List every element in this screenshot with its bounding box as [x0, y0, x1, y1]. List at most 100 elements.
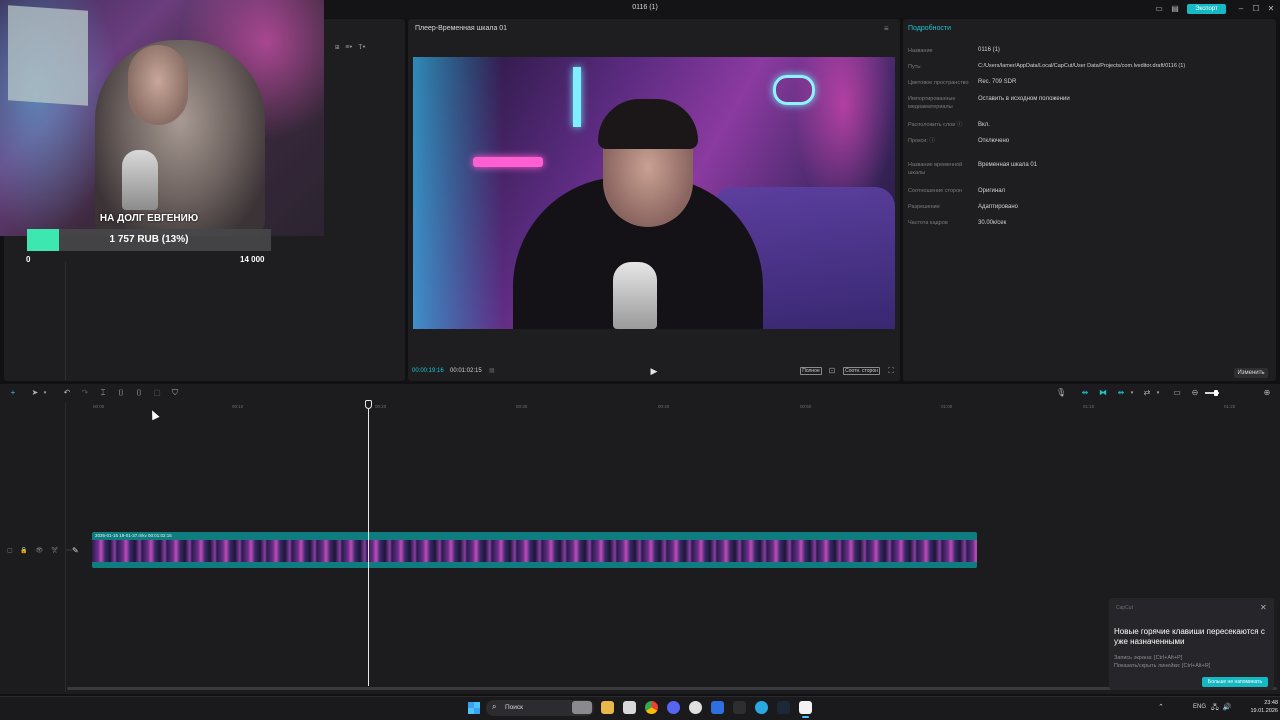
timeline-scrollbar[interactable] [67, 687, 1277, 690]
split-right-icon[interactable]: ⌷ [134, 388, 144, 398]
close-icon[interactable]: ✕ [1260, 603, 1267, 612]
split-icon[interactable]: ⌶ [98, 388, 108, 398]
grid-view-icon[interactable]: ⊞ [335, 44, 339, 51]
store-icon[interactable] [623, 701, 636, 714]
media-divider [65, 262, 66, 380]
detail-label-framerate: Частота кадров [908, 220, 948, 226]
detail-value-layers: Вкл. [978, 122, 990, 128]
chevron-down-icon[interactable]: ▾ [40, 388, 50, 398]
video-preview [413, 57, 895, 329]
maximize-icon[interactable]: ☐ [1251, 4, 1261, 13]
split-left-icon[interactable]: ⌷ [116, 388, 126, 398]
add-track-icon[interactable]: + [8, 388, 18, 398]
detail-label-proxy: Прокси: ⓘ [908, 138, 935, 144]
telegram-icon[interactable] [755, 701, 768, 714]
input-language[interactable]: ENG [1193, 704, 1206, 710]
grid-icon[interactable]: ▦ [489, 367, 495, 374]
detail-label-resolution: Разрешение [908, 204, 940, 210]
microphone-icon[interactable]: 🎙 [1056, 388, 1066, 398]
caption-icon[interactable]: ▭ [1172, 388, 1182, 398]
donation-min: 0 [26, 255, 31, 264]
ruler-tick: 01:00 [941, 404, 953, 409]
discord-icon[interactable] [667, 701, 680, 714]
menu-icon[interactable]: ≡ [884, 24, 889, 33]
play-button[interactable]: ▶ [649, 366, 659, 376]
detail-value-timeline-name: Временная шкала 01 [978, 162, 1038, 168]
shield-icon[interactable]: ⛉ [170, 388, 180, 398]
zoom-slider-handle[interactable] [1214, 390, 1218, 396]
crop-icon[interactable]: ⊡ [827, 366, 837, 376]
chevron-down-icon[interactable]: ▾ [1127, 388, 1137, 398]
webcam-overlay [0, 0, 324, 236]
notification-line: Запись экрана: [Ctrl+Alt+P] [1114, 655, 1183, 661]
taskbar-search-label: Поиск [505, 704, 524, 711]
chevron-down-icon[interactable]: ▾ [1153, 388, 1163, 398]
minimize-icon[interactable]: – [1236, 4, 1246, 13]
undo-icon[interactable]: ↶ [62, 388, 72, 398]
steam-icon[interactable] [777, 701, 790, 714]
detail-label-imported-media: Импортированные медиаматериалы [908, 96, 956, 110]
notification-title: Новые горячие клавиши пересекаются с уже… [1114, 627, 1265, 646]
ruler-tick: 01:20 [1224, 404, 1236, 409]
detail-value-path: C:/Users/lamer/AppData/Local/CapCut/User… [978, 63, 1186, 69]
redo-icon[interactable]: ↷ [80, 388, 90, 398]
donation-amount: 1 757 RUB (13%) [109, 234, 189, 245]
player-title: Плеер-Временная шкала 01 [415, 25, 508, 32]
select-tool-icon[interactable]: ➤ [30, 388, 40, 398]
terminal-icon[interactable] [733, 701, 746, 714]
change-button[interactable]: Изменить [1234, 368, 1268, 378]
dont-remind-button[interactable]: Больше не напоминать [1202, 677, 1268, 687]
filter-icon[interactable]: Ⲧ▾ [358, 44, 365, 51]
detail-value-colorspace: Rec. 709 SDR [978, 79, 1017, 85]
taskbar [0, 696, 1280, 720]
playhead[interactable] [368, 404, 369, 686]
media-toolbar: ⊞ ≡▾ Ⲧ▾ [335, 44, 365, 52]
chrome-icon[interactable] [645, 701, 658, 714]
snap-icon[interactable]: ⇹ [1116, 388, 1126, 398]
full-button[interactable]: Полное [800, 367, 822, 375]
detail-value-aspect: Оригинал [978, 188, 1006, 194]
ruler-tick: 01:10 [1083, 404, 1095, 409]
zoom-fit-icon[interactable]: ⊕ [1262, 388, 1272, 398]
detail-label-layers: Расположить слои ⓘ [908, 122, 963, 128]
details-panel [903, 19, 1276, 381]
ruler-tick: 00:40 [658, 404, 670, 409]
app-icon[interactable] [711, 701, 724, 714]
link-icon[interactable]: ⇹ [1080, 388, 1090, 398]
network-volume-icons[interactable]: 🖧🔊 [1211, 703, 1236, 714]
preview-axis-icon[interactable]: ⇄ [1142, 388, 1152, 398]
playhead-handle[interactable] [365, 400, 372, 409]
ruler-tick: 00:50 [800, 404, 812, 409]
windows-start-icon[interactable] [468, 702, 480, 714]
zoom-out-icon[interactable]: ⊖ [1190, 388, 1200, 398]
track-controls[interactable]: ▢ 🔒 👁 ✂ ⋯ [7, 547, 75, 554]
detail-value-proxy: Отключено [978, 138, 1010, 144]
obs-icon[interactable] [689, 701, 702, 714]
close-icon[interactable]: ✕ [1266, 4, 1276, 13]
monitor-icon[interactable]: ▤ [1170, 4, 1180, 13]
clock-time[interactable]: 23:48 [1248, 700, 1278, 706]
sort-icon[interactable]: ≡▾ [345, 44, 352, 51]
capcut-icon[interactable] [799, 701, 812, 714]
magnet-icon[interactable]: ⧓ [1098, 388, 1108, 398]
fullscreen-icon[interactable]: ⛶ [886, 366, 896, 376]
detail-label-timeline-name: Название временной шкалы [908, 162, 963, 176]
tab-details[interactable]: Подробности [908, 25, 951, 32]
export-button[interactable]: Экспорт [1187, 4, 1226, 14]
system-tray[interactable]: ⌃ [1158, 703, 1170, 711]
donation-goal-title: НА ДОЛГ ЕВГЕНИЮ [99, 213, 199, 224]
file-explorer-icon[interactable] [601, 701, 614, 714]
detail-value-name: 0116 (1) [978, 47, 1000, 53]
aspect-ratio-button[interactable]: Соотн. сторон [843, 367, 880, 375]
clip-thumbnails [92, 540, 977, 562]
ruler-tick: 00:30 [516, 404, 528, 409]
notification-body: Запись экрана: [Ctrl+Alt+P] Показать/скр… [1114, 654, 1269, 670]
delete-icon[interactable]: ▢ [152, 388, 162, 398]
cover-edit-icon[interactable]: ✎ [72, 546, 79, 555]
detail-label-aspect: Соотношение сторон [908, 188, 963, 194]
notification-app-name: CapCut [1116, 605, 1133, 611]
layout-icon[interactable]: ▭ [1154, 4, 1164, 13]
clock-date[interactable]: 19.01.2026 [1240, 708, 1278, 714]
search-highlight-icon [572, 701, 592, 714]
ruler-tick: 00:20 [375, 404, 387, 409]
